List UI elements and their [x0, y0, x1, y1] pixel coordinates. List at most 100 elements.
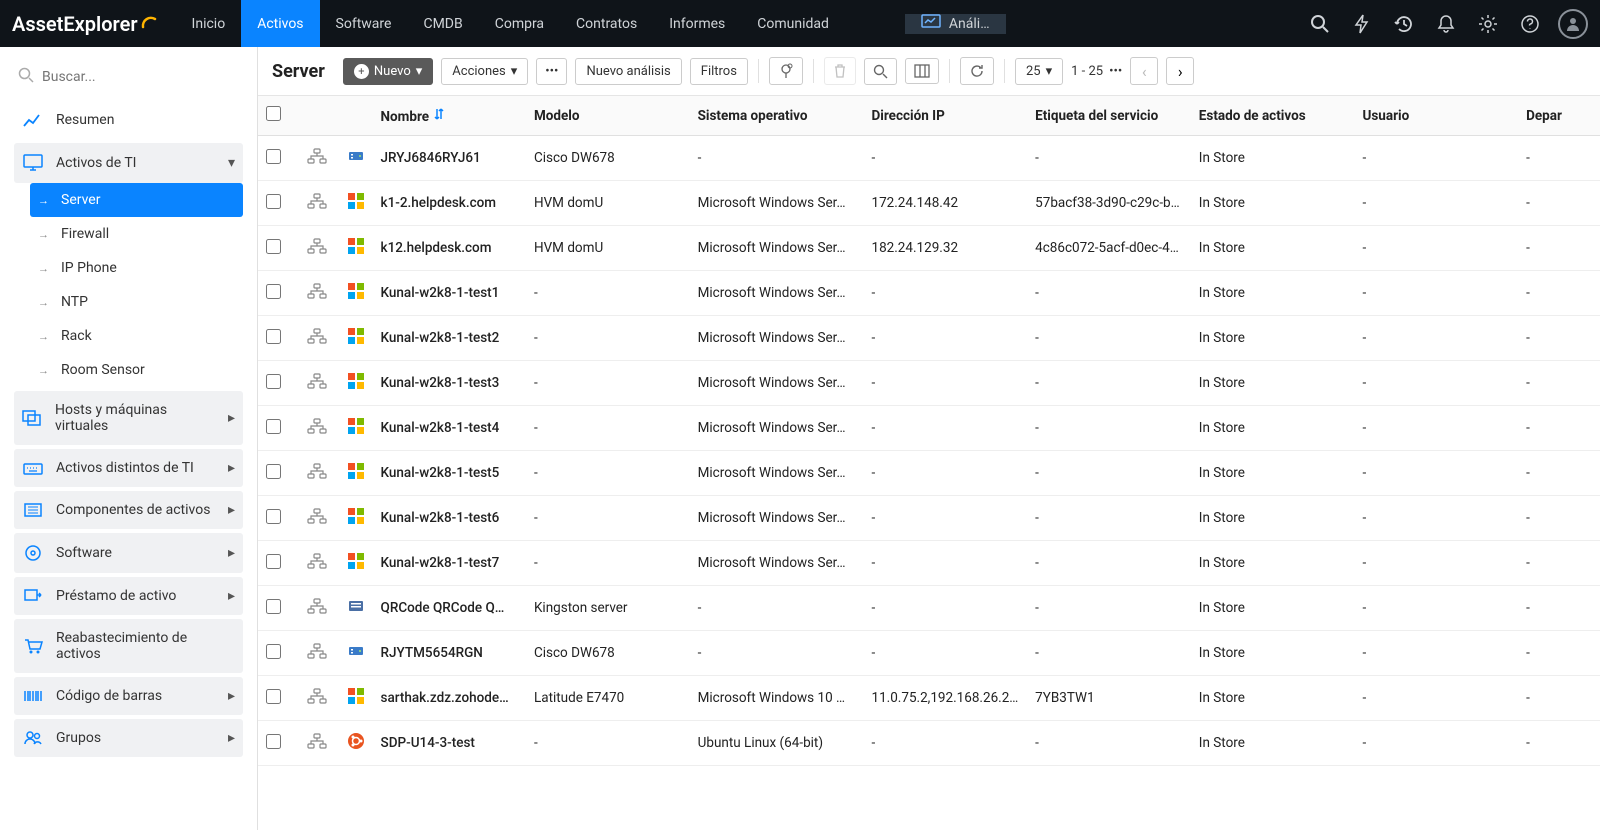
table-row[interactable]: RJYTM5654RGNCisco DW678---In Store-- [258, 631, 1600, 676]
nav-item-informes[interactable]: Informes [653, 0, 741, 47]
network-icon[interactable] [307, 598, 329, 614]
nav-item-contratos[interactable]: Contratos [560, 0, 653, 47]
network-icon[interactable] [307, 148, 329, 164]
select-all-checkbox[interactable] [266, 106, 281, 121]
new-scan-button[interactable]: Nuevo análisis [575, 58, 681, 85]
help-icon[interactable] [1516, 10, 1544, 38]
sidebar-item-server[interactable]: →Server [30, 183, 243, 217]
row-checkbox[interactable] [266, 689, 281, 704]
table-row[interactable]: Kunal-w2k8-1-test2-Microsoft Windows Ser… [258, 316, 1600, 361]
page-size-button[interactable]: 25 ▾ [1015, 58, 1063, 85]
more-button[interactable]: ••• [536, 58, 567, 85]
sidebar-summary[interactable]: Resumen [14, 101, 243, 139]
bolt-icon[interactable] [1348, 10, 1376, 38]
table-row[interactable]: Kunal-w2k8-1-test1-Microsoft Windows Ser… [258, 271, 1600, 316]
next-page-button[interactable]: › [1166, 57, 1194, 85]
os-icon [348, 688, 364, 704]
table-row[interactable]: Kunal-w2k8-1-test5-Microsoft Windows Ser… [258, 451, 1600, 496]
network-icon[interactable] [307, 418, 329, 434]
grid-search-button[interactable] [864, 58, 897, 85]
filters-button[interactable]: Filtros [690, 58, 748, 85]
delete-button[interactable] [824, 57, 856, 85]
new-button[interactable]: +Nuevo ▾ [343, 58, 433, 85]
network-icon[interactable] [307, 733, 329, 749]
table-row[interactable]: QRCode QRCode Q…Kingston server---In Sto… [258, 586, 1600, 631]
avatar-icon[interactable] [1558, 9, 1588, 39]
table-row[interactable]: sarthak.zdz.zohode…Latitude E7470Microso… [258, 676, 1600, 721]
network-icon[interactable] [307, 373, 329, 389]
table-row[interactable]: Kunal-w2k8-1-test3-Microsoft Windows Ser… [258, 361, 1600, 406]
col-header-model[interactable]: Modelo [526, 96, 690, 136]
columns-button[interactable] [905, 58, 939, 84]
network-icon[interactable] [307, 463, 329, 479]
table-row[interactable]: SDP-U14-3-test-Ubuntu Linux (64-bit)--In… [258, 721, 1600, 766]
network-icon[interactable] [307, 328, 329, 344]
sidebar-group-replenish[interactable]: Reabastecimiento de activos [14, 619, 243, 673]
row-checkbox[interactable] [266, 374, 281, 389]
search-icon[interactable] [1306, 10, 1334, 38]
network-icon[interactable] [307, 688, 329, 704]
col-header-user[interactable]: Usuario [1354, 96, 1518, 136]
network-icon[interactable] [307, 283, 329, 299]
sidebar-item-rack[interactable]: →Rack [30, 319, 243, 353]
history-icon[interactable] [1390, 10, 1418, 38]
cell-tag: - [1027, 631, 1191, 676]
nav-item-cmdb[interactable]: CMDB [407, 0, 478, 47]
col-header-dept[interactable]: Depar [1518, 96, 1600, 136]
sidebar-search-input[interactable] [42, 69, 239, 85]
row-checkbox[interactable] [266, 509, 281, 524]
row-checkbox[interactable] [266, 554, 281, 569]
sidebar-group-groups[interactable]: Grupos ▸ [14, 719, 243, 757]
sidebar-group-nonit[interactable]: Activos distintos de TI ▸ [14, 449, 243, 487]
row-checkbox[interactable] [266, 194, 281, 209]
sidebar-item-room-sensor[interactable]: →Room Sensor [30, 353, 243, 387]
col-header-tag[interactable]: Etiqueta del servicio [1027, 96, 1191, 136]
pin-button[interactable] [769, 57, 803, 85]
table-row[interactable]: Kunal-w2k8-1-test7-Microsoft Windows Ser… [258, 541, 1600, 586]
network-icon[interactable] [307, 508, 329, 524]
sidebar-item-ntp[interactable]: →NTP [30, 285, 243, 319]
actions-button[interactable]: Acciones ▾ [441, 58, 528, 85]
table-row[interactable]: k12.helpdesk.comHVM domUMicrosoft Window… [258, 226, 1600, 271]
nav-item-compra[interactable]: Compra [479, 0, 560, 47]
col-header-ip[interactable]: Dirección IP [863, 96, 1027, 136]
nav-item-software[interactable]: Software [320, 0, 408, 47]
row-checkbox[interactable] [266, 149, 281, 164]
sidebar-group-barcode[interactable]: Código de barras ▸ [14, 677, 243, 715]
nav-item-activos[interactable]: Activos [241, 0, 319, 47]
sidebar-group-loan[interactable]: Préstamo de activo ▸ [14, 577, 243, 615]
col-header-state[interactable]: Estado de activos [1191, 96, 1355, 136]
network-icon[interactable] [307, 193, 329, 209]
sidebar-group-components[interactable]: Componentes de activos ▸ [14, 491, 243, 529]
refresh-button[interactable] [960, 57, 994, 85]
sidebar-group-hosts[interactable]: Hosts y máquinas virtuales ▸ [14, 391, 243, 445]
nav-item-inicio[interactable]: Inicio [176, 0, 242, 47]
table-row[interactable]: JRYJ6846RYJ61Cisco DW678---In Store-- [258, 136, 1600, 181]
row-checkbox[interactable] [266, 599, 281, 614]
row-checkbox[interactable] [266, 734, 281, 749]
table-row[interactable]: Kunal-w2k8-1-test4-Microsoft Windows Ser… [258, 406, 1600, 451]
table-row[interactable]: Kunal-w2k8-1-test6-Microsoft Windows Ser… [258, 496, 1600, 541]
row-checkbox[interactable] [266, 284, 281, 299]
nav-item-comunidad[interactable]: Comunidad [741, 0, 845, 47]
row-checkbox[interactable] [266, 419, 281, 434]
sidebar-group-software[interactable]: Software ▸ [14, 533, 243, 573]
network-icon[interactable] [307, 643, 329, 659]
network-icon[interactable] [307, 553, 329, 569]
row-checkbox[interactable] [266, 239, 281, 254]
sidebar-search[interactable] [14, 61, 243, 101]
col-header-os[interactable]: Sistema operativo [690, 96, 864, 136]
sidebar-item-ip-phone[interactable]: →IP Phone [30, 251, 243, 285]
table-row[interactable]: k1-2.helpdesk.comHVM domUMicrosoft Windo… [258, 181, 1600, 226]
gear-icon[interactable] [1474, 10, 1502, 38]
network-icon[interactable] [307, 238, 329, 254]
row-checkbox[interactable] [266, 464, 281, 479]
prev-page-button[interactable]: ‹ [1130, 57, 1158, 85]
col-header-name[interactable]: Nombre [373, 96, 526, 136]
row-checkbox[interactable] [266, 644, 281, 659]
bell-icon[interactable] [1432, 10, 1460, 38]
sidebar-group-it-assets[interactable]: Activos de TI ▾ [14, 143, 243, 183]
row-checkbox[interactable] [266, 329, 281, 344]
nav-analytics[interactable]: Análi… [905, 14, 1006, 34]
sidebar-item-firewall[interactable]: →Firewall [30, 217, 243, 251]
